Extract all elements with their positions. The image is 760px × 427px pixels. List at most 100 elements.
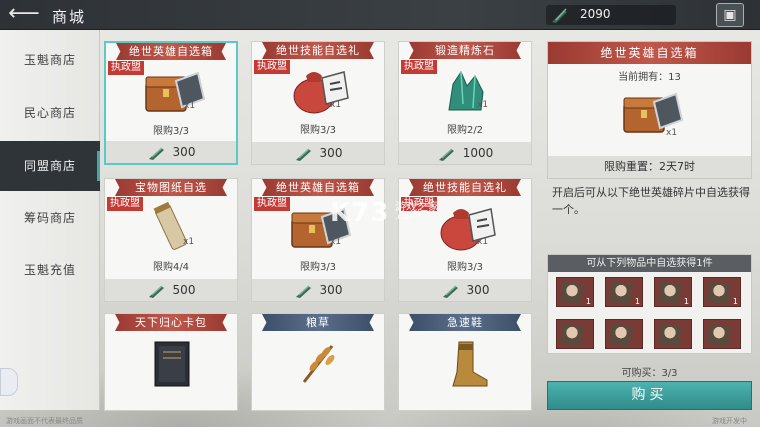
fragment-count: 1: [732, 297, 738, 306]
owned-count: 当前拥有：13: [618, 72, 681, 83]
shop-item-card[interactable]: 宝物图纸自选 执政盟 x1 限购4/4 500: [104, 178, 238, 302]
hero-fragment-slot[interactable]: [703, 319, 741, 349]
shop-item-card[interactable]: 绝世英雄自选箱 执政盟 x1 限购3/3 300: [251, 178, 385, 302]
hero-portrait-icon: [560, 281, 584, 305]
item-price: 300: [252, 142, 384, 164]
hero-portrait-icon: [707, 323, 731, 347]
item-qty: x1: [477, 100, 489, 110]
detail-qty: x1: [666, 128, 678, 138]
jade-token-icon: [295, 147, 311, 161]
sidebar-item-minxin-shop[interactable]: 民心商店: [0, 88, 100, 138]
jade-token-icon: [438, 147, 454, 161]
sidebar-item-alliance-shop[interactable]: 同盟商店: [0, 141, 100, 191]
hero-fragment-slot[interactable]: 1: [703, 277, 741, 307]
jade-token-icon: [442, 284, 458, 298]
item-title: 绝世技能自选礼: [409, 179, 521, 196]
item-qty: x1: [184, 101, 196, 111]
purchase-limit: 限购4/4: [152, 262, 190, 273]
item-price: 500: [105, 279, 237, 301]
crystal-icon: [448, 70, 484, 111]
hero-portrait-icon: [658, 323, 682, 347]
shop-item-card[interactable]: 绝世技能自选礼 执政盟 x1 限购3/3 300: [251, 41, 385, 165]
bag-icon: [440, 208, 496, 251]
currency-display: 2090: [546, 5, 676, 25]
item-description: 开启后可从以下绝世英雄碎片中自选获得一个。: [552, 186, 750, 216]
watermark-logo: K73: [330, 198, 390, 228]
jade-token-icon: [148, 284, 164, 298]
hero-fragment-slot[interactable]: 1: [654, 277, 692, 307]
shop-item-card[interactable]: 天下归心卡包: [104, 313, 238, 411]
top-bar: ⟵ 商城 2090 ▣: [0, 0, 760, 30]
hero-portrait-icon: [560, 323, 584, 347]
fragment-count: 1: [683, 297, 689, 306]
book-icon: [154, 341, 190, 387]
sidebar-item-yukui-recharge[interactable]: 玉魁充值: [0, 245, 100, 295]
gift-icon[interactable]: ▣: [716, 3, 744, 27]
sidebar-item-yukui-shop[interactable]: 玉魁商店: [0, 35, 100, 85]
purchase-limit: 限购2/2: [446, 125, 484, 136]
hero-fragment-slot[interactable]: [556, 319, 594, 349]
item-title: 宝物图纸自选: [115, 179, 227, 196]
item-detail-panel: 绝世英雄自选箱 当前拥有：13 x1 限购重置：2天7时 开启后可从以下绝世英雄…: [547, 41, 752, 411]
fragment-count: 1: [585, 297, 591, 306]
hero-fragment-slot[interactable]: [605, 319, 643, 349]
price-value: 500: [172, 283, 196, 297]
item-title: 绝世技能自选礼: [262, 42, 374, 59]
hero-fragment-slot[interactable]: 1: [605, 277, 643, 307]
item-price: 300: [252, 279, 384, 301]
item-title: 锻造精炼石: [409, 42, 521, 59]
item-price: 1000: [399, 142, 531, 164]
page-title: 商城: [52, 8, 87, 26]
sidebar-item-chip-shop[interactable]: 筹码商店: [0, 193, 100, 243]
currency-value: 2090: [580, 7, 611, 21]
hero-portrait-icon: [707, 281, 731, 305]
jade-token-icon: [148, 146, 164, 160]
item-qty: x1: [330, 100, 342, 110]
choice-list-title: 可从下列物品中自选获得1件: [548, 255, 751, 272]
item-price: 300: [106, 141, 236, 163]
wheat-icon: [302, 345, 335, 383]
boot-icon: [452, 341, 488, 387]
bag-icon: [293, 71, 349, 114]
detail-box: 绝世英雄自选箱 当前拥有：13 x1 限购重置：2天7时: [547, 41, 752, 179]
scroll-icon: [153, 201, 188, 250]
purchase-limit: 限购3/3: [299, 262, 337, 273]
chest-icon: [145, 71, 206, 112]
choice-list: 可从下列物品中自选获得1件 1 1 1 1: [547, 254, 752, 354]
hero-portrait-icon: [609, 281, 633, 305]
price-value: 300: [319, 146, 343, 160]
hero-fragment-slot[interactable]: 1: [556, 277, 594, 307]
jade-token-icon: [295, 284, 311, 298]
purchase-limit: 限购3/3: [446, 262, 484, 273]
shop-item-card[interactable]: 绝世技能自选礼 执政盟 x1 限购3/3 300: [398, 178, 532, 302]
back-arrow-icon[interactable]: ⟵: [6, 3, 42, 26]
shop-item-card[interactable]: 急速鞋: [398, 313, 532, 411]
item-title: 粮草: [262, 314, 374, 331]
item-qty: x1: [330, 237, 342, 247]
detail-title: 绝世英雄自选箱: [548, 42, 751, 64]
watermark-url: .com: [395, 212, 415, 221]
item-title: 天下归心卡包: [115, 314, 227, 331]
item-qty: x1: [477, 237, 489, 247]
item-title: 绝世英雄自选箱: [116, 43, 226, 60]
price-value: 1000: [462, 146, 494, 160]
footnote-right: 游戏开发中: [712, 417, 747, 425]
jade-token-icon: [552, 8, 567, 23]
fragment-count: 1: [634, 297, 640, 306]
price-value: 300: [319, 283, 343, 297]
floating-assistant-icon[interactable]: [0, 368, 18, 396]
item-price: 300: [399, 279, 531, 301]
footnote: 游戏画面不代表最终品质: [6, 417, 83, 425]
item-title: 急速鞋: [409, 314, 521, 331]
shop-item-card[interactable]: 锻造精炼石 执政盟 x1 限购2/2 1000: [398, 41, 532, 165]
hero-portrait-icon: [658, 281, 682, 305]
buy-button[interactable]: 购买: [547, 381, 752, 410]
hero-portrait-icon: [609, 323, 633, 347]
price-value: 300: [172, 145, 196, 159]
purchase-limit: 限购3/3: [152, 126, 190, 137]
hero-fragment-slot[interactable]: [654, 319, 692, 349]
shop-item-card[interactable]: 粮草: [251, 313, 385, 411]
shop-item-card[interactable]: 绝世英雄自选箱 执政盟 x1 限购3/3 300: [104, 41, 238, 165]
can-buy-count: 可购买：3/3: [621, 368, 678, 379]
price-value: 300: [466, 283, 490, 297]
